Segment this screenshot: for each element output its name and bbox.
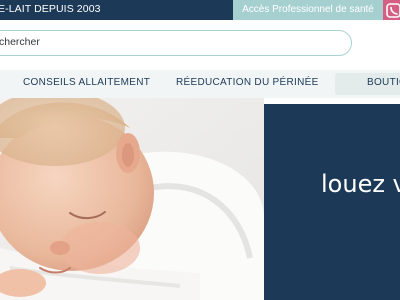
- search-placeholder: chercher: [0, 36, 40, 48]
- nav-item-conseils-allaitement[interactable]: CONSEILS ALLAITEMENT: [23, 77, 150, 88]
- nav-item-boutique[interactable]: BOUTIC: [335, 73, 400, 95]
- nav-item-boutique-label: BOUTIC: [367, 77, 400, 88]
- pro-access-link[interactable]: Accès Professionnel de santé: [233, 0, 383, 20]
- phone-icon-glyph: [386, 3, 400, 18]
- hero-baby-image: [0, 98, 264, 300]
- hero-panel-title: louez v: [321, 170, 400, 198]
- phone-icon[interactable]: [383, 0, 400, 20]
- baby-illustration: [0, 98, 264, 300]
- search-input[interactable]: chercher: [0, 30, 352, 56]
- main-nav: CONSEILS ALLAITEMENT RÉEDUCATION DU PÉRI…: [0, 70, 400, 98]
- hero-promo-panel[interactable]: louez v: [264, 104, 400, 300]
- hero-banner: louez v: [0, 98, 400, 300]
- tagline: E-LAIT DEPUIS 2003: [0, 3, 101, 15]
- nav-item-reeducation-perinee[interactable]: RÉEDUCATION DU PÉRINÉE: [176, 77, 319, 88]
- header: chercher: [0, 20, 400, 70]
- top-bar: E-LAIT DEPUIS 2003 Accès Professionnel d…: [0, 0, 400, 20]
